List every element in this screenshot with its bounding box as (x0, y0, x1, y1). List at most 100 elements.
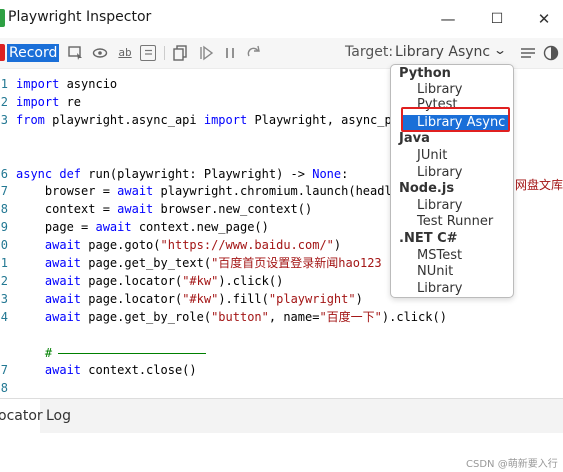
line-number: 4 (0, 309, 8, 324)
maximize-button[interactable]: ☐ (474, 0, 520, 38)
code-token: page.get_by_text( (81, 256, 212, 270)
line-number: 7 (0, 363, 8, 378)
code-token: await (44, 273, 82, 288)
line-number: 1 (0, 77, 8, 91)
code-text: await context.close() (16, 361, 197, 379)
code-token: playwright.async_api (44, 112, 204, 127)
code-token: "https://www.baidu.com/" (160, 238, 334, 253)
menu-lines-icon[interactable] (520, 45, 536, 61)
resume-icon[interactable] (198, 45, 214, 61)
target-dropdown: Python Library Pytest Library Async Java… (390, 64, 514, 298)
group-label-python: Python (399, 66, 451, 81)
code-token: playwright.chromium.launch(headles (153, 184, 407, 199)
code-text: await page.goto("https://www.baidu.com/"… (16, 236, 341, 254)
minimize-button[interactable]: — (425, 0, 471, 38)
assert-text-icon[interactable]: ab (116, 45, 134, 61)
line-number: 0 (0, 238, 8, 253)
code-token: run(playwright: Playwright) -> (81, 166, 313, 181)
code-token: import (16, 94, 60, 109)
option-dotnet-nunit[interactable]: NUnit (417, 264, 453, 279)
app-icon (0, 9, 5, 27)
copy-icon[interactable] (172, 45, 188, 61)
line-number: 3 (0, 291, 8, 306)
step-over-icon[interactable] (246, 45, 262, 61)
code-token: Playwright, async_pla (247, 112, 407, 127)
code-token: page.goto( (81, 238, 161, 253)
tab-log[interactable]: Log (46, 399, 71, 433)
option-dotnet-mstest[interactable]: MSTest (417, 248, 462, 263)
code-token: : (341, 166, 349, 181)
code-token: import (16, 77, 60, 91)
code-token: browser.new_context() (153, 202, 313, 217)
title-bar: Playwright Inspector — ☐ ✕ (0, 0, 563, 39)
option-nodejs-library[interactable]: Library (417, 198, 462, 213)
close-button[interactable]: ✕ (521, 0, 563, 38)
code-text: browser = await playwright.chromium.laun… (16, 182, 406, 200)
code-token: ).click() (218, 273, 284, 288)
target-select[interactable]: Library Async (395, 44, 490, 60)
chevron-down-icon[interactable]: ⌄ (493, 43, 507, 57)
code-overflow-text: 网盘文库 (515, 178, 563, 192)
line-number: 2 (0, 273, 8, 288)
code-token: page.locator( (81, 273, 183, 288)
code-text: await page.get_by_role("button", name="百… (16, 308, 447, 326)
line-number: 7 (0, 184, 8, 199)
assert-visibility-icon[interactable] (92, 45, 108, 61)
group-label-java: Java (399, 131, 430, 146)
line-number: 3 (0, 112, 8, 127)
pause-icon[interactable] (222, 45, 238, 61)
code-text: page = await context.new_page() (16, 218, 269, 236)
code-text: context = await browser.new_context() (16, 200, 312, 218)
code-token: "百度首页设置登录新闻hao123 (211, 256, 382, 270)
panel-tabs: ocator Log (0, 398, 563, 433)
code-text: import asyncio (16, 75, 117, 93)
code-text: await page.get_by_text("百度首页设置登录新闻hao123 (16, 254, 382, 272)
code-token: await (44, 309, 82, 324)
highlight-box (401, 107, 510, 132)
code-token: "#kw" (182, 291, 219, 306)
option-nodejs-test-runner[interactable]: Test Runner (417, 214, 493, 229)
window-title: Playwright Inspector (8, 9, 152, 25)
code-text: await page.locator("#kw").fill("playwrig… (16, 290, 363, 308)
code-token: await (44, 256, 82, 270)
record-indicator-icon (0, 44, 5, 61)
code-token: import (203, 112, 248, 127)
group-label-dotnet: .NET C# (399, 231, 458, 246)
pick-locator-icon[interactable] (68, 45, 84, 61)
line-number: 8 (0, 381, 8, 396)
code-token: ) (355, 291, 363, 306)
code-token: await (44, 363, 82, 378)
code-token: None (312, 166, 342, 181)
code-token: ).fill( (218, 291, 269, 306)
tab-locator[interactable]: ocator (0, 399, 43, 433)
option-dotnet-library[interactable]: Library (417, 281, 462, 296)
toolbar-divider (164, 46, 165, 60)
code-text: async def run(playwright: Playwright) ->… (16, 165, 348, 183)
record-button[interactable]: Record (7, 44, 60, 62)
code-token: asyncio (59, 77, 118, 91)
code-token: "playwright" (268, 291, 356, 306)
code-token: re (59, 94, 82, 109)
theme-toggle-icon[interactable] (543, 45, 559, 61)
code-text: await page.locator("#kw").click() (16, 272, 283, 290)
assert-value-icon[interactable] (140, 45, 156, 61)
code-token: context = (16, 202, 118, 217)
code-token: "百度一下" (319, 309, 382, 324)
code-token: "button" (211, 309, 269, 324)
option-python-library[interactable]: Library (417, 82, 462, 97)
code-token: # (16, 345, 60, 360)
option-java-library[interactable]: Library (417, 165, 462, 180)
code-text: import re (16, 93, 81, 111)
comment-rule (58, 352, 206, 354)
code-token: from (16, 112, 45, 127)
code-token: ).click() (381, 309, 447, 324)
line-number: 1 (0, 256, 8, 270)
code-token: ) (333, 238, 342, 253)
code-token: await (117, 184, 154, 199)
line-number: 2 (0, 94, 8, 109)
option-java-junit[interactable]: JUnit (417, 148, 447, 163)
